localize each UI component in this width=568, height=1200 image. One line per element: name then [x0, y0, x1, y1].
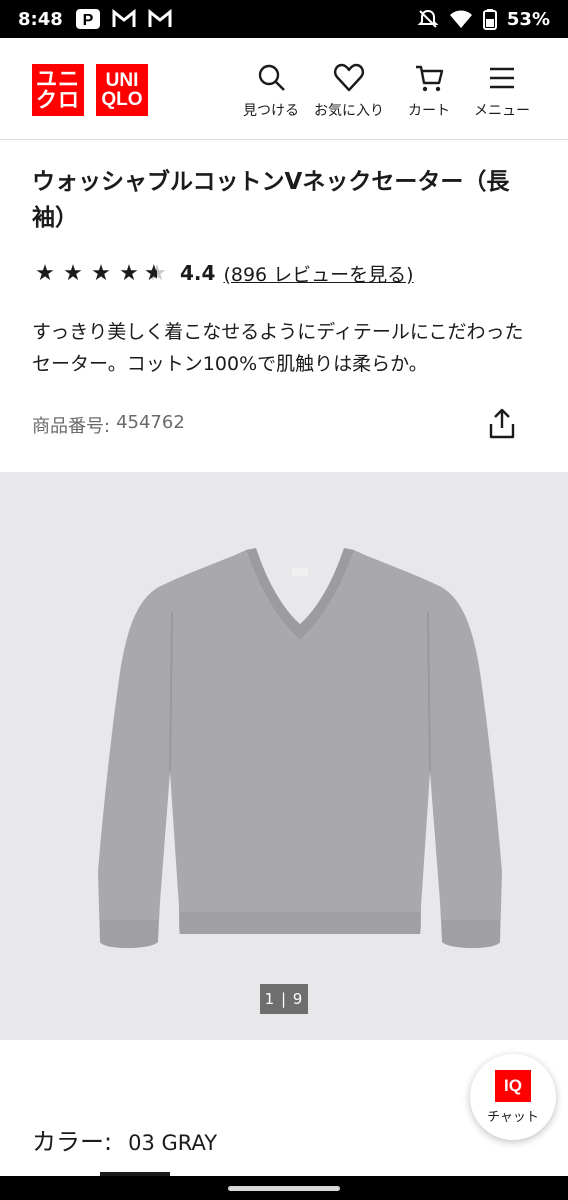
product-number-label: 商品番号: — [32, 416, 111, 437]
nav-cart-label: カート — [408, 103, 450, 119]
p-app-icon: P — [75, 9, 100, 29]
status-time: 8:48 — [18, 8, 63, 30]
nav-cart-button[interactable]: カート — [390, 62, 468, 120]
mute-icon — [417, 9, 439, 28]
color-label: カラー: — [32, 1128, 113, 1156]
logo-katakana-line2: クロ — [36, 89, 80, 112]
logo-latin-line1: UNI — [105, 70, 139, 91]
svg-text:P: P — [82, 12, 93, 29]
chat-label: チャット — [487, 1109, 539, 1125]
review-link[interactable]: (896 レビューを見る) — [223, 260, 413, 287]
wifi-icon — [449, 10, 472, 28]
half-star-icon: ★ — [144, 261, 170, 286]
battery-icon — [482, 9, 497, 30]
gmail-icon — [148, 8, 172, 27]
nav-menu-label: メニュー — [474, 103, 530, 119]
heart-icon — [334, 63, 364, 92]
color-value: 03 GRAY — [128, 1131, 218, 1155]
gesture-handle[interactable] — [228, 1186, 340, 1191]
uniqlo-logo-latin[interactable]: UNI QLO — [96, 64, 148, 116]
star-icon: ★ — [119, 260, 139, 286]
logo-latin-line2: QLO — [101, 89, 143, 110]
nav-find-button[interactable]: 見つける — [232, 62, 310, 120]
image-counter: 1 | 9 — [260, 984, 308, 1014]
uniqlo-logo-katakana[interactable]: ユニ クロ — [32, 64, 84, 116]
rating-value: 4.4 — [180, 261, 216, 285]
nav-find-label: 見つける — [243, 103, 299, 119]
rating-stars: ★ ★ ★ ★ ★ — [32, 261, 170, 286]
product-description: すっきり美しく着こなせるようにディテールにこだわったセーター。コットン100%で… — [32, 321, 524, 375]
status-right: 53% — [417, 8, 550, 30]
status-bar: 8:48 P 53% — [0, 0, 568, 38]
rating-row: ★ ★ ★ ★ ★ 4.4 (896 レビューを見る) — [32, 258, 413, 288]
color-row: カラー: 03 GRAY — [32, 1122, 217, 1157]
battery-percent: 53% — [506, 8, 550, 30]
iq-chat-icon: IQ — [495, 1069, 531, 1102]
product-image-gallery[interactable]: 1 | 9 — [0, 472, 568, 1040]
share-icon[interactable] — [484, 406, 520, 442]
star-icon: ★ — [35, 260, 55, 286]
star-icon: ★ — [63, 260, 83, 286]
nav-favorites-label: お気に入り — [314, 103, 384, 119]
star-icon: ★ — [91, 260, 111, 286]
menu-icon — [490, 67, 514, 89]
product-number-value: 454762 — [116, 412, 185, 433]
logo-katakana-line1: ユニ — [36, 68, 80, 91]
gmail-icon — [112, 8, 136, 27]
cart-icon — [416, 65, 444, 92]
product-number: 商品番号: 454762 — [32, 412, 185, 438]
search-icon — [258, 64, 285, 91]
site-header: ユニ クロ UNI QLO 見つける お気に入り カート メニュー — [0, 38, 568, 140]
nav-menu-button[interactable]: メニュー — [463, 62, 541, 120]
chat-button[interactable]: IQ チャット — [470, 1054, 556, 1140]
nav-favorites-button[interactable]: お気に入り — [310, 62, 388, 120]
product-title: ウォッシャブルコットンVネックセーター（長袖） — [32, 169, 510, 231]
product-image-sweater — [98, 548, 502, 948]
